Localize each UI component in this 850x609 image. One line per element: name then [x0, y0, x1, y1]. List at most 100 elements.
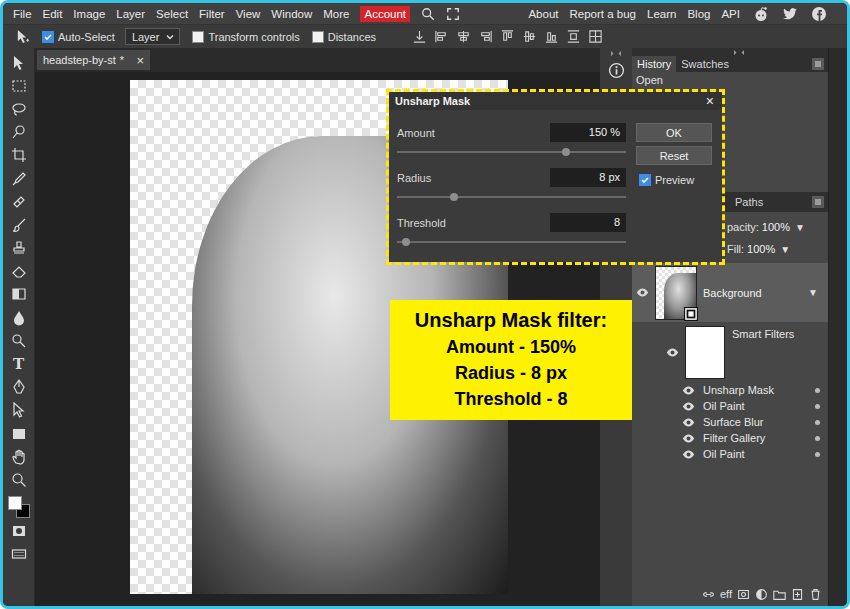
layer-effects-button[interactable]: eff	[720, 588, 732, 600]
auto-select-checkbox[interactable]: Auto-Select	[42, 31, 115, 43]
rectangle-tool-icon[interactable]	[11, 426, 27, 442]
keyboard-icon[interactable]	[11, 546, 27, 562]
twitter-icon[interactable]	[782, 6, 798, 22]
fullscreen-icon[interactable]	[446, 7, 460, 21]
expand-arrow[interactable]: ▼	[808, 287, 818, 298]
eye-icon[interactable]	[636, 286, 649, 299]
menu-item[interactable]: View	[236, 8, 261, 20]
eye-icon[interactable]	[682, 416, 695, 429]
site-link[interactable]: Report a bug	[570, 8, 637, 20]
stamp-tool-icon[interactable]	[11, 240, 27, 256]
account-button[interactable]: Account	[360, 6, 410, 22]
document-tab[interactable]: headstep-by-st*×	[37, 50, 150, 70]
eyedropper-tool-icon[interactable]	[11, 171, 27, 187]
menu-item[interactable]: Select	[156, 8, 188, 20]
filter-options-icon[interactable]	[815, 388, 820, 393]
menu-item[interactable]: File	[13, 8, 32, 20]
filter-options-icon[interactable]	[815, 420, 820, 425]
eye-icon[interactable]	[682, 448, 695, 461]
path-select-tool-icon[interactable]	[11, 402, 27, 418]
marquee-tool-icon[interactable]	[11, 78, 27, 94]
menu-item[interactable]: Layer	[116, 8, 145, 20]
collapse-icon[interactable]	[609, 51, 623, 56]
site-link[interactable]: About	[528, 8, 558, 20]
dodge-tool-icon[interactable]	[11, 333, 27, 349]
site-link[interactable]: API	[721, 8, 740, 20]
slider[interactable]	[397, 192, 626, 202]
menu-item[interactable]: Filter	[199, 8, 225, 20]
align-middle-icon[interactable]	[522, 29, 537, 44]
smart-filter-row[interactable]: Filter Gallery	[632, 430, 828, 446]
distribute-icon[interactable]	[566, 29, 581, 44]
pen-tool-icon[interactable]	[11, 379, 27, 395]
filter-options-icon[interactable]	[815, 436, 820, 441]
brush-tool-icon[interactable]	[11, 217, 27, 233]
smart-filter-row[interactable]: Oil Paint	[632, 446, 828, 462]
crop-tool-icon[interactable]	[11, 147, 27, 163]
checkbox[interactable]	[42, 31, 54, 43]
quick-mask-icon[interactable]	[11, 523, 27, 539]
value-input[interactable]: 8 px	[550, 168, 626, 187]
menu-item[interactable]: Edit	[43, 8, 63, 20]
option-checkbox[interactable]: Distances	[312, 31, 376, 43]
eye-icon[interactable]	[682, 400, 695, 413]
smart-filter-row[interactable]: Oil Paint	[632, 398, 828, 414]
new-layer-icon[interactable]	[791, 588, 804, 601]
lasso-tool-icon[interactable]	[11, 101, 27, 117]
panel-tab[interactable]: Paths	[730, 192, 768, 212]
export-icon[interactable]	[412, 29, 427, 44]
menu-item[interactable]: Image	[73, 8, 105, 20]
dialog-title-bar[interactable]: Unsharp Mask×	[389, 92, 722, 110]
facebook-icon[interactable]	[811, 6, 827, 22]
checkbox[interactable]	[639, 174, 651, 186]
menu-item[interactable]: Window	[271, 8, 312, 20]
eye-icon[interactable]	[682, 432, 695, 445]
eye-icon[interactable]	[666, 346, 679, 359]
align-center-icon[interactable]	[456, 29, 471, 44]
align-left-icon[interactable]	[434, 29, 449, 44]
filter-options-icon[interactable]	[815, 404, 820, 409]
preview-checkbox[interactable]: Preview	[636, 174, 712, 186]
value-input[interactable]: 150 %	[550, 123, 626, 142]
history-item[interactable]: Open	[636, 74, 828, 86]
close-tab-button[interactable]: ×	[136, 53, 144, 68]
slider[interactable]	[397, 237, 626, 247]
option-checkbox[interactable]: Transform controls	[192, 31, 299, 43]
panel-menu-icon[interactable]	[812, 196, 824, 208]
eraser-tool-icon[interactable]	[11, 263, 27, 279]
foreground-color-swatch[interactable]	[8, 496, 22, 510]
checkbox[interactable]	[312, 31, 324, 43]
target-dropdown[interactable]: Layer	[125, 28, 181, 45]
grid-icon[interactable]	[588, 29, 603, 44]
align-top-icon[interactable]	[500, 29, 515, 44]
dialog-button[interactable]: OK	[636, 123, 712, 142]
hand-tool-icon[interactable]	[11, 449, 27, 465]
slider[interactable]	[397, 147, 626, 157]
smart-filters-row[interactable]: Smart Filters	[632, 322, 828, 382]
dialog-button[interactable]: Reset	[636, 146, 712, 165]
quick-select-tool-icon[interactable]	[11, 124, 27, 140]
dropdown-arrow[interactable]: ▼	[795, 222, 805, 233]
info-icon[interactable]	[608, 62, 625, 79]
folder-icon[interactable]	[773, 588, 786, 601]
healing-tool-icon[interactable]	[11, 194, 27, 210]
blur-tool-icon[interactable]	[11, 310, 27, 326]
reddit-icon[interactable]	[753, 6, 769, 22]
panel-tab[interactable]: History	[632, 56, 676, 72]
smart-filter-row[interactable]: Surface Blur	[632, 414, 828, 430]
slider-thumb[interactable]	[402, 238, 410, 246]
site-link[interactable]: Blog	[687, 8, 710, 20]
checkbox[interactable]	[192, 31, 204, 43]
layer-row[interactable]: Background▼	[632, 263, 828, 322]
align-bottom-icon[interactable]	[544, 29, 559, 44]
type-tool[interactable]: T	[11, 356, 27, 372]
move-tool-icon[interactable]	[15, 29, 30, 44]
filter-options-icon[interactable]	[815, 452, 820, 457]
eye-icon[interactable]	[682, 384, 695, 397]
panel-menu-icon[interactable]	[812, 58, 824, 70]
value-input[interactable]: 8	[550, 213, 626, 232]
zoom-tool-icon[interactable]	[11, 472, 27, 488]
mask-icon[interactable]	[737, 588, 750, 601]
slider-thumb[interactable]	[562, 148, 570, 156]
link-layers-icon[interactable]	[702, 588, 715, 601]
